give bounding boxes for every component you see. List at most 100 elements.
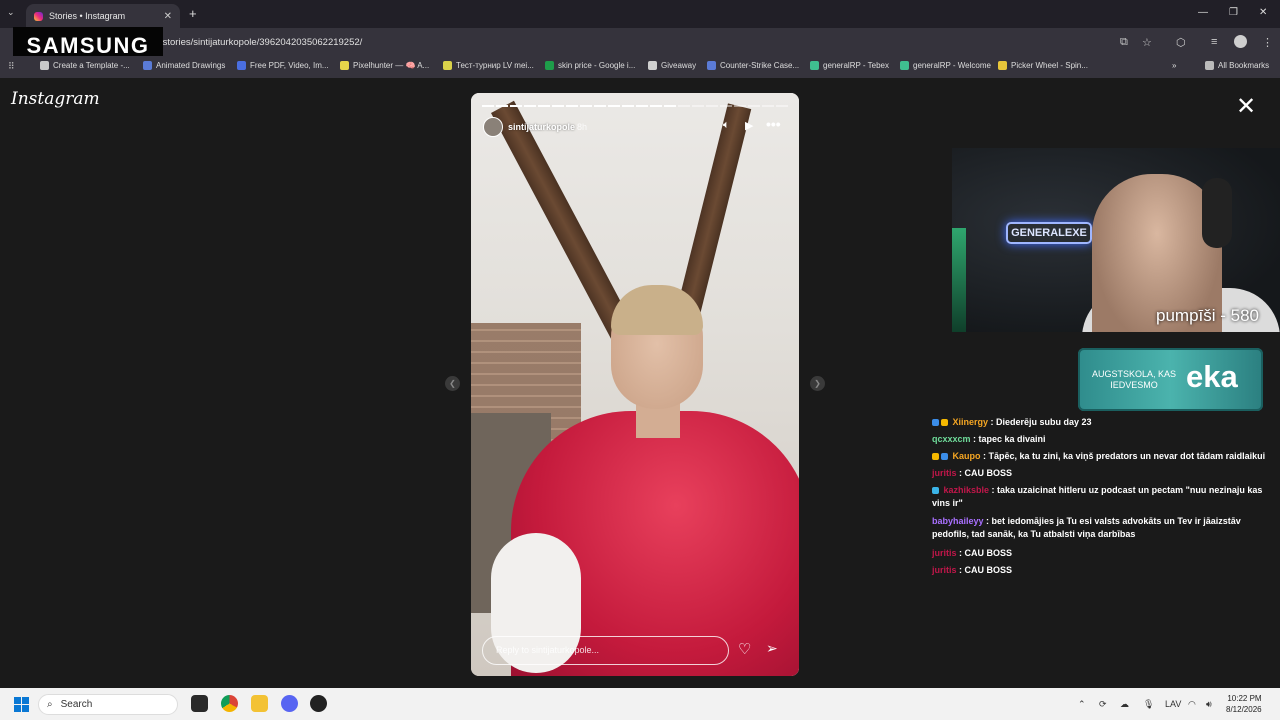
story-progress-segment (622, 105, 634, 107)
send-message-icon[interactable]: ➢ (766, 640, 778, 657)
story-viewer[interactable]: sintijaturkopole 8h 🔈︎ ▶ ••• Reply to si… (471, 93, 799, 676)
clock-time: 10:22 PM (1227, 694, 1262, 703)
bookmark-star-icon[interactable]: ☆ (1142, 36, 1152, 49)
cast-icon[interactable]: ⧉ (1120, 36, 1128, 49)
story-progress-segment (496, 105, 508, 107)
chat-message: juritis : CAU BOSS (932, 547, 1272, 560)
bookmark-item[interactable]: Picker Wheel - Spin... (998, 61, 1088, 70)
bookmark-icon (237, 61, 246, 70)
chat-text: : tapec ka divaini (970, 434, 1046, 444)
badge-icon (941, 419, 948, 426)
story-username[interactable]: sintijaturkopole (508, 122, 575, 132)
new-tab-button[interactable]: + (189, 6, 197, 21)
bookmark-item[interactable]: Giveaway (648, 61, 696, 70)
story-progress-segment (510, 105, 522, 107)
tray-overflow-icon[interactable]: ⌃ (1078, 699, 1086, 710)
tab-title: Stories • Instagram (49, 11, 126, 21)
all-bookmarks-button[interactable]: All Bookmarks (1205, 61, 1269, 70)
bookmark-icon (648, 61, 657, 70)
address-bar-url[interactable]: /stories/sintijaturkopole/39620420350622… (160, 37, 362, 48)
media-controls-icon[interactable]: ≡ (1211, 36, 1217, 48)
tray-network-app-icon[interactable]: ☁ (1120, 699, 1129, 710)
bookmark-item[interactable]: generalRP - Tebex (810, 61, 889, 70)
story-progress-segment (762, 105, 774, 107)
bookmark-icon (40, 61, 49, 70)
bookmark-item[interactable]: Create a Template -... (40, 61, 130, 70)
chat-message: juritis : CAU BOSS (932, 564, 1272, 577)
bookmark-item[interactable]: Pixelhunter — 🧠 A... (340, 61, 429, 70)
bookmark-icon (545, 61, 554, 70)
story-progress-segment (720, 105, 732, 107)
story-progress-segment (636, 105, 648, 107)
story-progress-segment (692, 105, 704, 107)
input-language[interactable]: LAV (1165, 699, 1181, 709)
obs-icon[interactable] (310, 695, 327, 712)
bookmark-item[interactable]: Тест-турнир LV mei... (443, 61, 534, 70)
bookmark-item[interactable]: Animated Drawings (143, 61, 225, 70)
volume-icon[interactable]: 🔊︎ (1206, 699, 1212, 710)
banner-slogan: AUGSTSKOLA, KAS IEDVESMO (1091, 369, 1177, 390)
like-heart-icon[interactable]: ♡ (738, 640, 751, 658)
bookmark-icon (998, 61, 1007, 70)
chat-message: kazhiksble : taka uzaicinat hitleru uz p… (932, 484, 1272, 510)
mute-icon[interactable]: 🔈︎ (723, 119, 730, 132)
window-close-icon[interactable]: ✕ (1259, 7, 1267, 18)
bookmark-icon (340, 61, 349, 70)
more-bookmarks-button[interactable]: » (1172, 61, 1176, 70)
badge-icon (932, 419, 939, 426)
tab-search-icon[interactable]: ⌄ (7, 7, 15, 18)
more-options-icon[interactable]: ••• (766, 116, 781, 132)
badge-icon (932, 453, 939, 460)
taskbar-search[interactable]: ⌕ Search (38, 694, 178, 715)
chrome-icon[interactable] (221, 695, 238, 712)
discord-icon[interactable] (281, 695, 298, 712)
tab-close-icon[interactable]: ✕ (164, 11, 172, 22)
webcam-counter-label: pumpīši - 580 (1156, 306, 1259, 325)
clock-date: 8/12/2026 (1226, 705, 1262, 714)
browser-menu-icon[interactable]: ⋮ (1262, 36, 1273, 49)
bookmark-icon (900, 61, 909, 70)
profile-avatar[interactable] (1234, 35, 1247, 48)
wifi-icon[interactable]: ◠ (1188, 699, 1196, 710)
close-story-icon[interactable]: ✕ (1236, 92, 1256, 121)
chat-username: qcxxxcm (932, 434, 971, 444)
previous-story-icon[interactable]: ❮ (445, 376, 460, 391)
taskbar-clock[interactable]: 10:22 PM 8/12/2026 (1226, 693, 1262, 715)
windows-start-icon[interactable] (14, 697, 29, 712)
chat-text: : Diederēju subu day 23 (988, 417, 1092, 427)
chat-username: juritis (932, 548, 957, 558)
tray-app-icon[interactable]: ⟳ (1099, 699, 1107, 710)
instagram-favicon-icon (34, 11, 43, 21)
chat-message: juritis : CAU BOSS (932, 467, 1272, 480)
maximize-icon[interactable]: ❐ (1229, 7, 1238, 18)
instagram-logo[interactable]: Instagram (11, 89, 100, 109)
chat-message: babyhaileyy : bet iedomājies ja Tu esi v… (932, 515, 1272, 541)
chat-text: : CAU BOSS (956, 565, 1013, 575)
green-light (952, 228, 966, 332)
story-user-avatar[interactable] (483, 117, 503, 137)
story-progress-bar (482, 105, 788, 107)
next-story-icon[interactable]: ❯ (810, 376, 825, 391)
minimize-icon[interactable]: — (1198, 7, 1208, 18)
badge-icon (941, 453, 948, 460)
bookmark-item[interactable]: Free PDF, Video, Im... (237, 61, 329, 70)
webcam-overlay: GENERALEXE pumpīši - 580 (952, 148, 1280, 332)
story-progress-segment (608, 105, 620, 107)
story-progress-segment (580, 105, 592, 107)
browser-tab-active[interactable]: Stories • Instagram ✕ (26, 4, 180, 28)
badge-icon (932, 487, 939, 494)
headset (1202, 178, 1232, 248)
story-progress-segment (538, 105, 550, 107)
story-reply-input[interactable]: Reply to sintijaturkopole... (482, 636, 729, 665)
bookmark-item[interactable]: generalRP - Welcome (900, 61, 991, 70)
apps-grid-icon[interactable]: ⠿ (8, 61, 15, 72)
chat-username: Xiinergy (952, 417, 989, 427)
task-view-icon[interactable] (191, 695, 208, 712)
bookmark-item[interactable]: Counter-Strike Case... (707, 61, 799, 70)
file-explorer-icon[interactable] (251, 695, 268, 712)
chat-username: babyhaileyy (932, 516, 984, 526)
microphone-icon[interactable]: 🎙︎ (1143, 699, 1154, 710)
play-icon[interactable]: ▶ (745, 119, 753, 132)
bookmark-item[interactable]: skin price - Google i... (545, 61, 635, 70)
extensions-icon[interactable]: ⬡ (1176, 36, 1186, 49)
